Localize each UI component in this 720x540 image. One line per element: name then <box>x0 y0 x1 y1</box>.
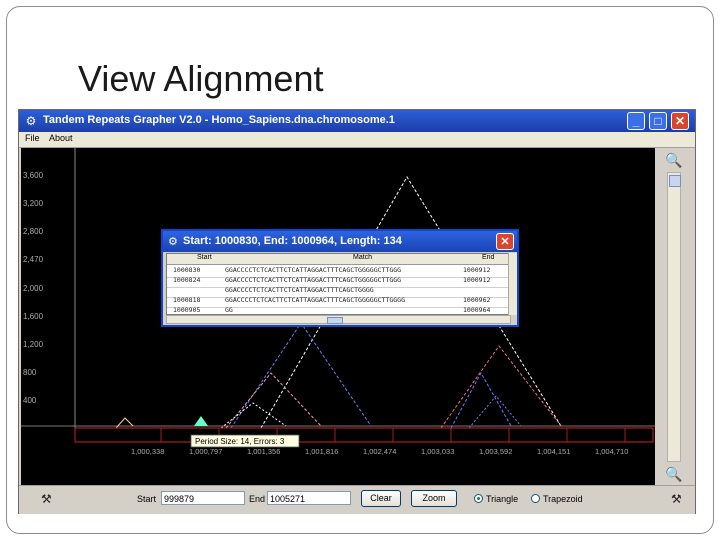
triangle-right-blue <box>450 371 512 429</box>
start-label: Start <box>137 494 157 504</box>
dialog-scroll-thumb[interactable] <box>327 317 343 324</box>
end-cell: 1000912 <box>463 276 491 284</box>
dialog-title: Start: 1000830, End: 1000964, Length: 13… <box>183 235 402 247</box>
x-tick-label: 1,004,151 <box>537 447 570 456</box>
y-tick-label: 800 <box>23 368 37 377</box>
slide-title: View Alignment <box>78 58 324 99</box>
dialog-horizontal-scrollbar[interactable] <box>166 315 511 324</box>
y-tick-label: 2,800 <box>23 227 44 236</box>
selected-triangle[interactable] <box>194 416 208 426</box>
y-tick-label: 2,000 <box>23 284 44 293</box>
trapezoid-label: Trapezoid <box>543 494 583 504</box>
menu-bar: File About <box>19 132 695 148</box>
zoom-scroll-thumb[interactable] <box>669 175 681 187</box>
zoom-in-icon[interactable]: 🔍 <box>663 151 685 169</box>
zoom-button[interactable]: Zoom <box>411 490 457 507</box>
pan-right-icon[interactable]: ⚒ <box>671 492 682 506</box>
alignment-dialog: ⚙ Start: 1000830, End: 1000964, Length: … <box>161 229 519 327</box>
x-tick-label: 1,001,816 <box>305 447 338 456</box>
end-cell: 1000964 <box>463 306 491 314</box>
match-cell: GG <box>225 306 233 314</box>
trapezoid-radio[interactable] <box>531 494 540 503</box>
triangle-small-pink <box>225 372 322 429</box>
dialog-vertical-scrollbar[interactable] <box>508 253 517 315</box>
y-tick-label: 3,600 <box>23 171 44 180</box>
triangle-radio[interactable] <box>474 494 483 503</box>
minimize-button[interactable]: _ <box>627 112 645 130</box>
zoom-out-icon[interactable]: 🔍 <box>663 465 685 483</box>
window-titlebar[interactable]: ⚙ Tandem Repeats Grapher V2.0 - Homo_Sap… <box>19 110 695 132</box>
end-label: End <box>249 494 266 504</box>
menu-file[interactable]: File <box>25 133 40 143</box>
table-header: Start Match End <box>167 254 510 265</box>
overview-track[interactable] <box>74 427 654 443</box>
match-cell: GGACCCCTCTCACTTCTCATTAGGACTTTCAGCTGGGGGC… <box>225 266 402 274</box>
x-tick-label: 1,000,338 <box>131 447 164 456</box>
y-tick-label: 1,200 <box>23 340 44 349</box>
x-tick-label: 1,001,356 <box>247 447 280 456</box>
match-cell: GGACCCCTCTCACTTCTCATTAGGACTTTCAGCTGGGGGC… <box>225 276 402 284</box>
window-title: Tandem Repeats Grapher V2.0 - Homo_Sapie… <box>43 114 395 126</box>
y-tick-label: 3,200 <box>23 199 44 208</box>
x-tick-label: 1,000,797 <box>189 447 222 456</box>
start-cell: 1000905 <box>173 306 201 314</box>
maximize-button[interactable]: □ <box>649 112 667 130</box>
y-tick-label: 2,470 <box>23 255 44 264</box>
start-input[interactable]: 999879 <box>161 491 245 505</box>
col-start[interactable]: Start <box>197 254 212 261</box>
end-input[interactable]: 1005271 <box>267 491 351 505</box>
dialog-titlebar[interactable]: ⚙ Start: 1000830, End: 1000964, Length: … <box>163 231 517 252</box>
col-end[interactable]: End <box>482 254 494 261</box>
x-tick-label: 1,002,474 <box>363 447 396 456</box>
triangle-label: Triangle <box>486 494 519 504</box>
bottom-toolbar: ⚒ Start 999879 End 1005271 Clear Zoom Tr… <box>19 485 695 514</box>
dialog-close-button[interactable]: ✕ <box>496 233 514 250</box>
right-sidebar: 🔍 🔍 <box>655 148 693 485</box>
x-tick-label: 1,003,033 <box>421 447 454 456</box>
zoom-scrollbar[interactable] <box>667 172 681 462</box>
start-cell: 1000830 <box>173 266 201 274</box>
start-cell: 1000824 <box>173 276 201 284</box>
table-row[interactable]: 1000905 GG 1000964 <box>167 305 510 314</box>
alignment-table: Start Match End 1000830 GGACCCCTCTCACTTCT… <box>166 253 511 315</box>
dialog-icon: ⚙ <box>168 236 178 248</box>
end-cell: 1000912 <box>463 266 491 274</box>
close-button[interactable]: ✕ <box>671 112 689 130</box>
triangle-right-pink <box>440 345 562 429</box>
menu-about[interactable]: About <box>49 133 73 143</box>
x-tick-label: 1,004,710 <box>595 447 628 456</box>
clear-button[interactable]: Clear <box>361 490 401 507</box>
triangle-right-blue-2 <box>468 395 522 429</box>
x-tick-label: 1,003,592 <box>479 447 512 456</box>
match-cell: GGACCCCTCTCACTTCTCATTAGGACTTTCAGCTGGGGGC… <box>225 296 406 304</box>
y-tick-label: 1,600 <box>23 312 44 321</box>
y-axis-ticks: 3,600 3,200 2,800 2,470 2,000 1,600 1,200 800 40… <box>23 171 44 405</box>
triangle-small-white <box>220 402 287 429</box>
triangle-mid-blue <box>230 322 372 429</box>
tooltip-text: Period Size: 14, Errors: 3 <box>195 437 285 446</box>
app-icon: ⚙ <box>25 114 37 128</box>
end-cell: 1000962 <box>463 296 491 304</box>
y-tick-label: 400 <box>23 396 37 405</box>
match-cell: GGACCCCTCTCACTTCTCATTAGGACTTTCAGCTGGGG <box>225 286 374 294</box>
start-cell: 1000818 <box>173 296 201 304</box>
col-match[interactable]: Match <box>353 254 372 261</box>
pan-left-icon[interactable]: ⚒ <box>41 492 52 506</box>
